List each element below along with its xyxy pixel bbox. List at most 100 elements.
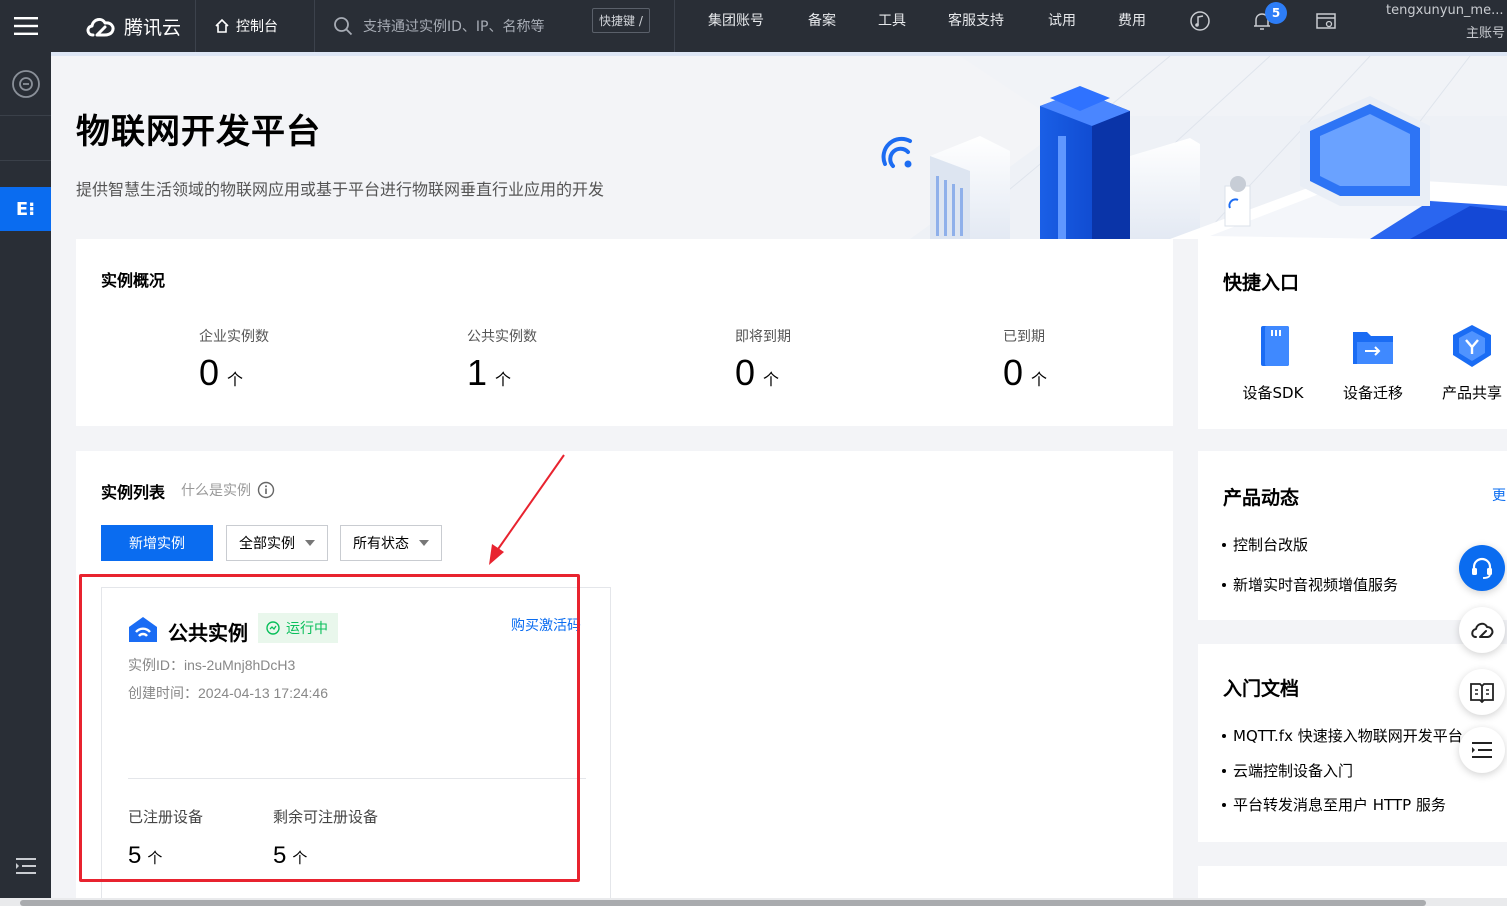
menu-icon[interactable] — [0, 0, 51, 52]
stat-value: 0 — [199, 352, 220, 393]
quick-entry-label: 设备迁移 — [1342, 384, 1403, 402]
stat-value: 1 — [467, 352, 488, 393]
stat-unit: 个 — [227, 370, 244, 389]
nav-billing[interactable]: 费用 — [1118, 11, 1146, 31]
divider — [674, 0, 675, 52]
stat-label: 公共实例数 — [467, 329, 537, 345]
stat-enterprise-instances: 企业实例数 0个 — [199, 326, 269, 394]
book-icon — [1470, 683, 1494, 703]
quick-entry-label: 产品共享 — [1441, 384, 1502, 402]
more-link[interactable]: 更 — [1492, 485, 1506, 505]
doc-item-label: MQTT.fx 快速接入物联网开发平台 — [1233, 727, 1463, 745]
scrollbar-thumb[interactable] — [20, 900, 1426, 906]
doc-item[interactable]: MQTT.fx 快速接入物联网开发平台 — [1222, 725, 1463, 746]
music-icon[interactable] — [1189, 10, 1211, 32]
cloud-icon — [1471, 622, 1494, 638]
status-select[interactable]: 所有状态 — [340, 525, 442, 561]
stat-unit: 个 — [495, 370, 512, 389]
info-icon — [257, 481, 275, 499]
quick-entry-migrate[interactable]: 设备迁移 — [1335, 322, 1411, 403]
nav-tools[interactable]: 工具 — [878, 11, 906, 31]
bullet — [1222, 582, 1226, 587]
sidebar-item-iot[interactable]: E⁝ — [0, 187, 51, 231]
product-switch-icon[interactable] — [0, 64, 51, 104]
new-instance-button[interactable]: 新增实例 — [101, 525, 213, 561]
console-link[interactable]: 控制台 — [214, 10, 278, 42]
brand-name: 腾讯云 — [124, 16, 182, 39]
sdk-card-icon — [1261, 326, 1289, 366]
divider — [314, 0, 315, 52]
stat-unit: 个 — [763, 370, 780, 389]
news-item-label: 新增实时音视频增值服务 — [1233, 576, 1399, 594]
list-button[interactable] — [1459, 727, 1505, 773]
customer-service-button[interactable] — [1459, 545, 1505, 591]
instance-list-title: 实例列表 — [101, 483, 166, 502]
bullet — [1222, 733, 1226, 738]
search-input[interactable]: 支持通过实例ID、IP、名称等 — [333, 10, 544, 42]
user-name[interactable]: tengxunyun_me... — [1386, 2, 1504, 20]
bullet — [1222, 802, 1226, 807]
top-bar: 腾讯云 控制台 支持通过实例ID、IP、名称等 快捷键 / 集团账号 备案 工具… — [0, 0, 1507, 52]
cart-icon[interactable] — [1315, 10, 1337, 32]
doc-item-label: 云端控制设备入门 — [1233, 762, 1354, 780]
annotation-highlight-box — [79, 574, 580, 882]
brand-logo[interactable]: 腾讯云 — [84, 8, 181, 44]
quick-entry-share[interactable]: 产品共享 — [1434, 322, 1507, 403]
annotation-arrow — [489, 454, 565, 565]
quick-entry-label: 设备SDK — [1242, 384, 1304, 402]
bullet — [1222, 542, 1226, 547]
news-item[interactable]: 新增实时音视频增值服务 — [1222, 574, 1398, 595]
stat-expiring-soon: 即将到期 0个 — [735, 326, 791, 394]
news-item[interactable]: 控制台改版 — [1222, 534, 1308, 555]
divider — [0, 115, 51, 116]
sidebar-item-iot-label: E⁝ — [15, 198, 36, 220]
docs-title: 入门文档 — [1223, 678, 1300, 700]
stat-value: 0 — [1003, 352, 1024, 393]
divider — [0, 160, 51, 161]
user-role: 主账号 — [1466, 26, 1506, 41]
console-label: 控制台 — [236, 19, 278, 35]
nav-group-account[interactable]: 集团账号 — [708, 11, 764, 31]
nav-trial[interactable]: 试用 — [1048, 11, 1076, 31]
nav-beian[interactable]: 备案 — [808, 11, 836, 31]
stat-unit: 个 — [1031, 370, 1048, 389]
doc-item-label: 平台转发消息至用户 HTTP 服务 — [1233, 796, 1446, 814]
collapse-menu-icon[interactable] — [0, 852, 51, 880]
instance-type-select[interactable]: 全部实例 — [226, 525, 328, 561]
stat-label: 即将到期 — [735, 329, 791, 345]
stat-label: 已到期 — [1003, 329, 1045, 345]
shortcut-badge: 快捷键 / — [592, 8, 650, 33]
stat-label: 企业实例数 — [199, 329, 269, 345]
folder-transfer-icon — [1353, 332, 1393, 364]
headset-icon — [1472, 557, 1492, 579]
quick-entry-sdk[interactable]: 设备SDK — [1235, 322, 1311, 403]
caret-down-icon — [305, 540, 315, 546]
select-value: 全部实例 — [239, 536, 295, 552]
list-icon — [1472, 742, 1492, 758]
nav-support[interactable]: 客服支持 — [948, 11, 1004, 31]
quick-entry-title: 快捷入口 — [1223, 272, 1300, 294]
help-text: 什么是实例 — [181, 483, 251, 499]
caret-down-icon — [419, 540, 429, 546]
doc-item[interactable]: 云端控制设备入门 — [1222, 760, 1353, 781]
news-item-label: 控制台改版 — [1233, 536, 1309, 554]
overview-title: 实例概况 — [101, 271, 166, 290]
stat-value: 0 — [735, 352, 756, 393]
divider — [195, 0, 196, 52]
doc-item[interactable]: 平台转发消息至用户 HTTP 服务 — [1222, 794, 1446, 815]
home-icon — [215, 18, 229, 33]
stat-public-instances: 公共实例数 1个 — [467, 326, 537, 394]
product-news-title: 产品动态 — [1223, 487, 1300, 509]
select-value: 所有状态 — [353, 536, 409, 552]
bullet — [1222, 768, 1226, 773]
docs-button[interactable] — [1459, 669, 1505, 715]
cloud-assistant-button[interactable] — [1459, 607, 1505, 653]
search-placeholder: 支持通过实例ID、IP、名称等 — [363, 19, 545, 35]
search-icon — [334, 17, 353, 36]
stat-expired: 已到期 0个 — [1003, 326, 1047, 394]
cloud-logo-icon — [86, 17, 115, 37]
page-subtitle: 提供智慧生活领域的物联网应用或基于平台进行物联网垂直行业应用的开发 — [76, 180, 605, 199]
what-is-instance-link[interactable]: 什么是实例 — [181, 480, 275, 500]
shield-share-icon — [1453, 325, 1491, 367]
page-title: 物联网开发平台 — [76, 112, 321, 152]
